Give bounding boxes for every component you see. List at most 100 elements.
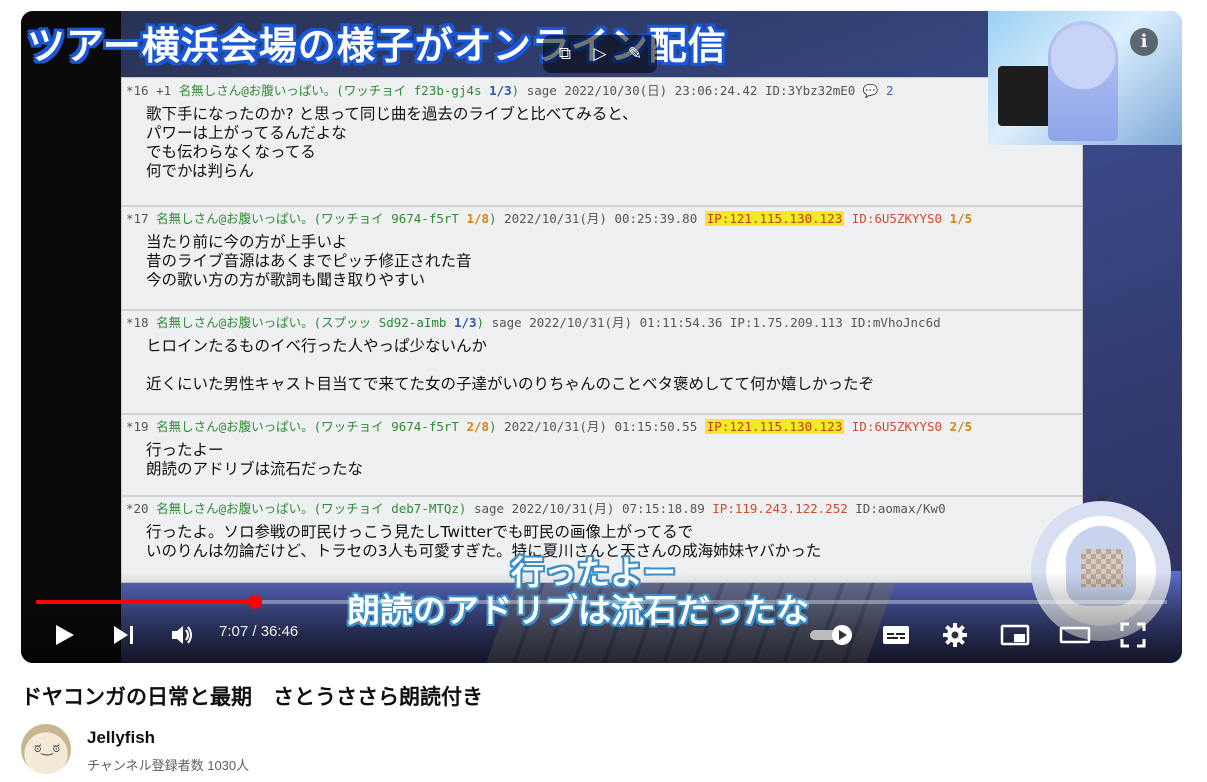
- settings-gear-icon[interactable]: [942, 622, 968, 648]
- post-date: 2022/10/31(月) 00:25:39.80: [504, 211, 698, 226]
- time-separator: /: [248, 623, 261, 640]
- post-id[interactable]: ID:3Ybz32mE0: [765, 83, 855, 98]
- post-line: [146, 356, 1082, 375]
- post-header: *16 +1 名無しさん@お腹いっぱい。(ワッチョイ f23b-gj4s 1/3…: [126, 80, 1082, 99]
- post-line: 近くにいた男性キャスト目当てで来てた女の子達がいのりちゃんのことベタ褒めしてて何…: [146, 375, 875, 393]
- post-id[interactable]: ID:mVhoJnc6d: [850, 315, 940, 330]
- post-header: *20 名無しさん@お腹いっぱい。(ワッチョイ deb7-MTQz) sage …: [126, 498, 1082, 517]
- poster-tag-close: ): [489, 419, 497, 434]
- progress-bar[interactable]: [36, 595, 1167, 609]
- post-number[interactable]: *16: [126, 83, 149, 98]
- fullscreen-icon[interactable]: [1119, 621, 1147, 649]
- post-line: パワーは上がってるんだよな: [146, 124, 347, 142]
- poster-tag: (スプッッ Sd92-aImb: [313, 315, 447, 330]
- post-line: 朗読のアドリブは流石だったな: [146, 460, 364, 478]
- thread-post: *16 +1 名無しさん@お腹いっぱい。(ワッチョイ f23b-gj4s 1/3…: [126, 80, 1082, 181]
- post-number[interactable]: *18: [126, 315, 149, 330]
- id-count: 2/5: [949, 419, 973, 434]
- reply-count[interactable]: 2: [886, 83, 894, 98]
- post-line: ヒロインたるものイベ行った人やっぱ少ないんか: [146, 337, 488, 355]
- post-number[interactable]: *19: [126, 419, 149, 434]
- post-ip: IP:119.243.122.252: [712, 501, 848, 516]
- post-plus-count: +1: [156, 83, 172, 98]
- duration: 36:46: [260, 623, 299, 640]
- channel-name[interactable]: Jellyfish: [87, 728, 155, 748]
- post-body: 行ったよー 朗読のアドリブは流石だったな: [146, 441, 1082, 479]
- post-separator: [122, 309, 1082, 311]
- poster-name: 名無しさん@お腹いっぱい。: [178, 83, 337, 98]
- post-date: 2022/10/31(月) 07:15:18.89: [511, 501, 705, 516]
- info-icon[interactable]: i: [1130, 28, 1158, 56]
- poster-name: 名無しさん@お腹いっぱい。: [156, 211, 314, 226]
- thread-board: *16 +1 名無しさん@お腹いっぱい。(ワッチョイ f23b-gj4s 1/3…: [121, 77, 1083, 583]
- post-line: 行ったよー: [146, 441, 224, 459]
- post-ip: IP:121.115.130.123: [704, 419, 845, 434]
- sage-label: sage: [473, 501, 505, 516]
- subtitle-line-2: 朗読のアドリブは流石だったな: [347, 591, 809, 630]
- post-line: 今の歌い方の方が歌詞も聞き取りやすい: [146, 271, 426, 289]
- post-separator: [122, 205, 1082, 207]
- theater-mode-icon[interactable]: [1059, 623, 1091, 647]
- volume-icon[interactable]: [169, 622, 197, 648]
- post-count: 1/3: [489, 83, 512, 98]
- post-body: 歌下手になったのか? と思って同じ曲を過去のライブと比べてみると、 パワーは上がっ…: [146, 105, 1082, 181]
- post-header: *18 名無しさん@お腹いっぱい。(スプッッ Sd92-aImb 1/3) sa…: [126, 312, 1082, 331]
- progress-fill: [36, 600, 255, 604]
- poster-tag: (ワッチョイ 9674-f5rT: [313, 419, 459, 434]
- play-icon[interactable]: [51, 622, 77, 648]
- post-header: *17 名無しさん@お腹いっぱい。(ワッチョイ 9674-f5rT 1/8) 2…: [126, 208, 1082, 227]
- post-line: でも伝わらなくなってる: [146, 143, 316, 161]
- post-line: 何でかは判らん: [146, 162, 254, 180]
- post-line: 昔のライブ音源はあくまでピッチ修正された音: [146, 252, 472, 270]
- post-line: 当たり前に今の方が上手いよ: [146, 233, 348, 251]
- poster-tag-close: ): [511, 83, 520, 98]
- post-separator: [122, 413, 1082, 415]
- notes-icon[interactable]: ✎: [623, 42, 647, 66]
- post-line: 歌下手になったのか? と思って同じ曲を過去のライブと比べてみると、: [146, 105, 638, 123]
- video-title: ドヤコンガの日常と最期 さとうささら朗読付き: [21, 686, 483, 709]
- autoplay-toggle[interactable]: [808, 623, 856, 647]
- id-count: 1/5: [949, 211, 973, 226]
- time-display: 7:07 / 36:46: [219, 623, 298, 640]
- post-id[interactable]: ID:6U5ZKYYS0: [852, 419, 942, 434]
- post-body: 当たり前に今の方が上手いよ 昔のライブ音源はあくまでピッチ修正された音 今の歌い方の…: [146, 233, 1082, 290]
- post-number[interactable]: *17: [126, 211, 149, 226]
- poster-name: 名無しさん@お腹いっぱい。: [156, 501, 314, 516]
- post-header: *19 名無しさん@お腹いっぱい。(ワッチョイ 9674-f5rT 2/8) 2…: [126, 416, 1082, 435]
- subscriber-count: チャンネル登録者数 1030人: [87, 758, 250, 773]
- avatar-face-icon: ಠ‿ಠ: [34, 740, 61, 756]
- current-time: 7:07: [219, 623, 249, 640]
- post-id[interactable]: ID:aomax/Kw0: [855, 501, 945, 516]
- scrubber-handle[interactable]: [248, 595, 262, 609]
- post-count: 1/3: [453, 315, 477, 330]
- miniplayer-icon[interactable]: ⧉: [553, 42, 577, 66]
- subtitles-icon[interactable]: [881, 623, 911, 647]
- overlay-actions: ⧉ ▷ ✎: [543, 35, 657, 73]
- poster-tag-close: ): [489, 211, 497, 226]
- poster-tag: (ワッチョイ f23b-gj4s: [336, 83, 482, 98]
- post-date: 2022/10/30(日) 23:06:24.42: [564, 83, 758, 98]
- sage-label: sage: [526, 83, 557, 98]
- video-player[interactable]: *16 +1 名無しさん@お腹いっぱい。(ワッチョイ f23b-gj4s 1/3…: [21, 11, 1182, 663]
- post-date: 2022/10/31(月) 01:15:50.55: [504, 419, 698, 434]
- next-icon[interactable]: [111, 623, 137, 647]
- poster-tag: (ワッチョイ 9674-f5rT: [313, 211, 459, 226]
- thread-post: *18 名無しさん@お腹いっぱい。(スプッッ Sd92-aImb 1/3) sa…: [126, 312, 1082, 394]
- post-count: 2/8: [466, 419, 490, 434]
- post-ip: IP:121.115.130.123: [704, 211, 845, 226]
- post-id[interactable]: ID:6U5ZKYYS0: [852, 211, 942, 226]
- autoplay-preview-icon[interactable]: ▷: [588, 42, 612, 66]
- post-ip: IP:1.75.209.113: [729, 315, 843, 330]
- thread-post: *19 名無しさん@お腹いっぱい。(ワッチョイ 9674-f5rT 2/8) 2…: [126, 416, 1082, 479]
- poster-tag: (ワッチョイ deb7-MTQz): [313, 501, 467, 516]
- poster-name: 名無しさん@お腹いっぱい。: [156, 419, 314, 434]
- post-line: 行ったよ。ソロ参戦の町民けっこう見たしTwitterでも町民の画像上がってるで: [146, 523, 694, 541]
- post-separator: [122, 495, 1082, 497]
- video-letterbox-left: [21, 11, 121, 663]
- post-number[interactable]: *20: [126, 501, 149, 516]
- channel-avatar[interactable]: ಠ‿ಠ: [21, 724, 71, 774]
- reply-icon[interactable]: 💬: [863, 83, 886, 98]
- post-count: 1/8: [466, 211, 490, 226]
- post-body: ヒロインたるものイベ行った人やっぱ少ないんか近くにいた男性キャスト目当てで来てた…: [146, 337, 1082, 394]
- miniplayer-button-icon[interactable]: [1000, 623, 1030, 647]
